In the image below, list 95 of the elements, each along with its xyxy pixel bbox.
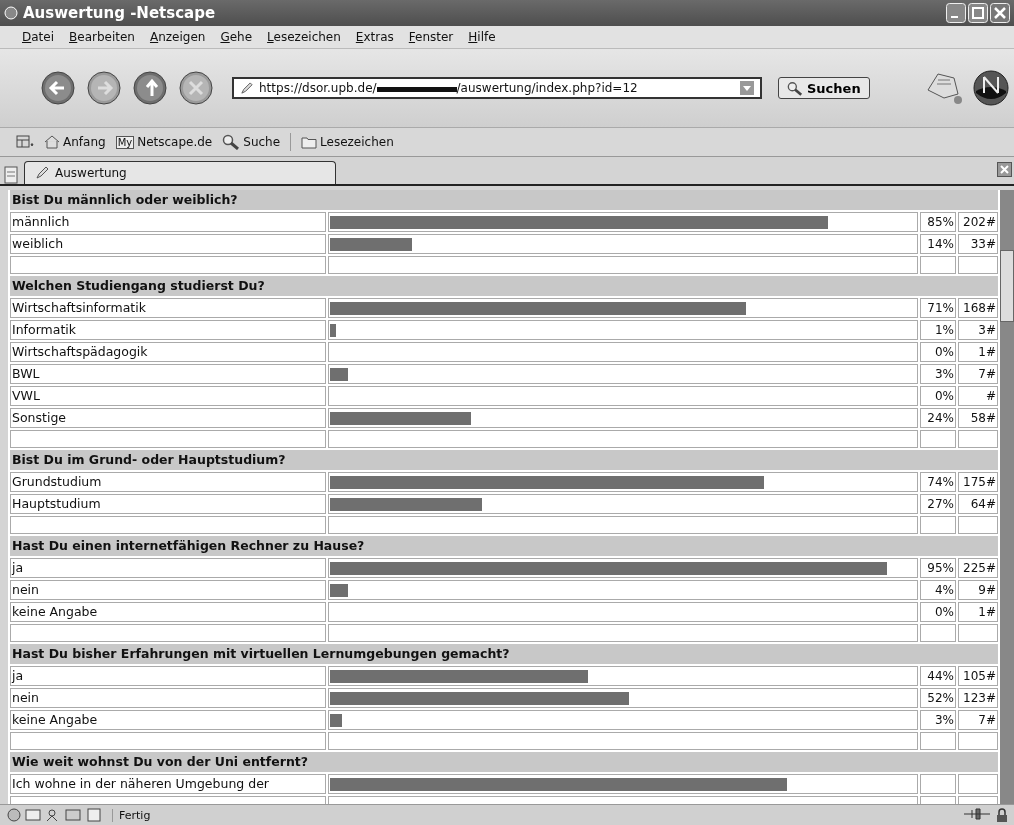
question-heading: Bist Du im Grund- oder Hauptstudium? bbox=[12, 452, 286, 467]
address-field[interactable]: https://dsor.upb.de/ /auswertung/index.php?id=12 bbox=[232, 77, 762, 99]
search-icon bbox=[787, 80, 803, 96]
answer-label: nein bbox=[12, 582, 39, 597]
percent-value: 0% bbox=[934, 605, 954, 619]
percent-value: 3% bbox=[934, 367, 954, 381]
toolbar-link[interactable]: Anfang bbox=[63, 135, 106, 149]
minimize-icon[interactable] bbox=[946, 3, 966, 23]
percent-value: 95% bbox=[927, 561, 954, 575]
app-logo-icon bbox=[4, 6, 18, 20]
pen-icon bbox=[35, 166, 49, 180]
count-value: 64# bbox=[970, 497, 996, 511]
close-tab-icon[interactable] bbox=[997, 162, 1012, 177]
maximize-icon[interactable] bbox=[968, 3, 988, 23]
answer-label: ja bbox=[12, 560, 24, 575]
count-value: 9# bbox=[978, 583, 996, 597]
percent-value: 4% bbox=[934, 583, 954, 597]
reload-button[interactable] bbox=[132, 70, 168, 106]
percent-value: 3% bbox=[934, 713, 954, 727]
count-value: 33# bbox=[970, 237, 996, 251]
menu-item[interactable]: Anzeigen bbox=[149, 30, 206, 44]
forward-button[interactable] bbox=[86, 70, 122, 106]
count-value: 58# bbox=[970, 411, 996, 425]
answer-label: ja bbox=[12, 668, 24, 683]
pen-icon bbox=[240, 81, 253, 95]
percent-value: 0% bbox=[934, 345, 954, 359]
search-button[interactable]: Suchen bbox=[778, 77, 870, 99]
toolbar-link[interactable]: Suche bbox=[243, 135, 281, 149]
percent-value: 44% bbox=[927, 669, 954, 683]
percent-value: 52% bbox=[927, 691, 954, 705]
question-heading: Welchen Studiengang studierst Du? bbox=[12, 278, 265, 293]
menu-item[interactable]: Hilfe bbox=[468, 30, 496, 44]
folder-icon bbox=[301, 135, 318, 149]
count-value: 123# bbox=[963, 691, 996, 705]
close-icon[interactable] bbox=[990, 3, 1010, 23]
count-value: 1# bbox=[978, 345, 996, 359]
back-button[interactable] bbox=[40, 70, 76, 106]
menu-item[interactable]: Bearbeiten bbox=[69, 30, 135, 44]
search-icon bbox=[222, 134, 241, 150]
count-value: 202# bbox=[963, 215, 996, 229]
count-value: 7# bbox=[978, 367, 996, 381]
percent-value: 27% bbox=[927, 497, 954, 511]
percent-value: 71% bbox=[927, 301, 954, 315]
globe-logo-icon[interactable] bbox=[972, 69, 1010, 107]
count-value: 175# bbox=[963, 475, 996, 489]
count-value: 3# bbox=[978, 323, 996, 337]
answer-label: keine Angabe bbox=[12, 712, 98, 727]
stop-button[interactable] bbox=[178, 70, 214, 106]
count-value: 225# bbox=[963, 561, 996, 575]
answer-label: männlich bbox=[12, 214, 70, 229]
percent-value: 1% bbox=[934, 323, 954, 337]
menu-item[interactable]: Datei bbox=[22, 30, 55, 44]
count-value: 168# bbox=[963, 301, 996, 315]
status-text: Fertig bbox=[112, 808, 151, 822]
percent-value: 14% bbox=[927, 237, 954, 251]
sidebar-icon[interactable] bbox=[16, 135, 34, 149]
answer-label: Wirtschaftspädagogik bbox=[12, 344, 148, 359]
browser-tab[interactable]: Auswertung bbox=[24, 161, 336, 184]
percent-value: 0% bbox=[934, 389, 954, 403]
scrollbar[interactable] bbox=[1000, 190, 1014, 804]
home-icon bbox=[44, 135, 60, 149]
answer-label: Ich wohne in der näheren Umgebung der bbox=[12, 776, 269, 791]
question-heading: Hast Du bisher Erfahrungen mit virtuellen Lernumgebungen gemacht? bbox=[12, 646, 510, 661]
my-badge: My bbox=[115, 135, 135, 149]
percent-value: 74% bbox=[927, 475, 954, 489]
percent-value: 24% bbox=[927, 411, 954, 425]
toolbar-link[interactable]: Netscape.de bbox=[137, 135, 213, 149]
answer-label: weiblich bbox=[12, 236, 64, 251]
answer-label: Sonstige bbox=[12, 410, 67, 425]
answer-label: Wirtschaftsinformatik bbox=[12, 300, 146, 315]
answer-label: Informatik bbox=[12, 322, 77, 337]
answer-label: BWL bbox=[12, 366, 40, 381]
connection-icon bbox=[964, 808, 990, 820]
percent-value: 85% bbox=[927, 215, 954, 229]
toolbar-link[interactable]: Lesezeichen bbox=[320, 135, 394, 149]
question-heading: Bist Du männlich oder weiblich? bbox=[12, 192, 238, 207]
count-value: # bbox=[985, 389, 996, 403]
answer-label: Hauptstudium bbox=[12, 496, 101, 511]
new-tab-icon[interactable] bbox=[4, 166, 18, 184]
question-heading: Hast Du einen internetfähigen Rechner zu Hause? bbox=[12, 538, 365, 553]
count-value: 1# bbox=[978, 605, 996, 619]
count-value: 7# bbox=[978, 713, 996, 727]
dropdown-icon[interactable] bbox=[740, 81, 754, 95]
menu-item[interactable]: Extras bbox=[355, 30, 394, 44]
lock-icon bbox=[996, 808, 1008, 822]
answer-label: Grundstudium bbox=[12, 474, 102, 489]
answer-label: keine Angabe bbox=[12, 604, 98, 619]
count-value: 105# bbox=[963, 669, 996, 683]
question-heading: Wie weit wohnst Du von der Uni entfernt? bbox=[12, 754, 309, 769]
answer-label: VWL bbox=[12, 388, 40, 403]
window-title: Auswertung -Netscape bbox=[23, 4, 216, 22]
menu-item[interactable]: Lesezeichen bbox=[267, 30, 341, 44]
menu-item[interactable]: Fenster bbox=[408, 30, 454, 44]
menu-item[interactable]: Gehe bbox=[220, 30, 253, 44]
answer-label: nein bbox=[12, 690, 39, 705]
